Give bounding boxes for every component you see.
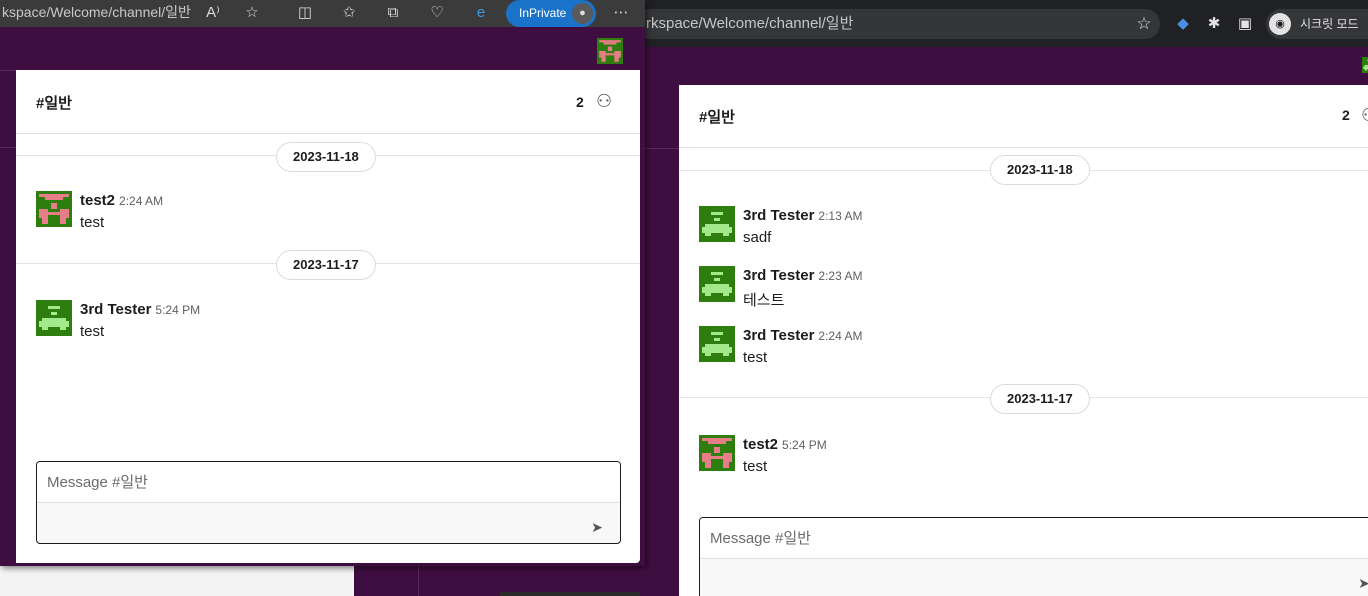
- channel-view: #일반 2 ⚇ 2023-11-18 test2 2:24 AM test 202…: [16, 70, 640, 563]
- incognito-label: 시크릿 모드: [1300, 17, 1359, 31]
- avatar[interactable]: [36, 191, 72, 227]
- message-author[interactable]: 3rd Tester: [743, 207, 814, 224]
- collections-icon[interactable]: ⧉: [381, 2, 405, 24]
- message-author[interactable]: 3rd Tester: [743, 267, 814, 284]
- extension-layers-icon[interactable]: ◆: [1172, 13, 1194, 35]
- channel-view: #일반 2 ⚇ 2023-11-18 3rd Tester 2:13 AM sad…: [679, 85, 1368, 596]
- avatar[interactable]: [699, 206, 735, 242]
- avatar[interactable]: [699, 326, 735, 362]
- date-pill: 2023-11-17: [990, 384, 1090, 414]
- inprivate-label: InPrivate: [519, 6, 567, 20]
- ie-mode-icon[interactable]: e: [469, 2, 493, 24]
- add-user-icon[interactable]: ⚇: [596, 91, 612, 112]
- background-area: [0, 566, 354, 596]
- message-composer[interactable]: Message #일반 ➤: [36, 461, 621, 544]
- message-input[interactable]: Message #일반: [700, 518, 1368, 559]
- message-input[interactable]: Message #일반: [37, 462, 620, 503]
- profile-icon: ●: [572, 3, 593, 24]
- read-aloud-icon[interactable]: A⁾: [201, 2, 225, 24]
- sidebar-divider: [0, 147, 16, 148]
- message-author-row: 3rd Tester 2:24 AM: [743, 327, 862, 344]
- avatar[interactable]: [699, 266, 735, 302]
- edge-toolbar: kspace/Welcome/channel/일반 A⁾ ☆ ◫ ✩ ⧉ ♡ e…: [0, 0, 645, 27]
- puzzle-icon[interactable]: ✱: [1203, 13, 1225, 35]
- right-browser-window: rkspace/Welcome/channel/일반 ☆ ◆ ✱ ▣ ◉ 시크릿…: [640, 0, 1368, 596]
- message-text: test: [80, 323, 105, 340]
- address-bar[interactable]: kspace/Welcome/channel/일반: [0, 0, 200, 27]
- date-pill: 2023-11-17: [276, 250, 376, 280]
- message-time: 2:24 AM: [818, 329, 863, 343]
- message-time: 5:24 PM: [782, 438, 827, 452]
- more-icon[interactable]: ⋯: [609, 2, 633, 24]
- member-count[interactable]: 2: [576, 94, 584, 110]
- message-author-row: 3rd Tester 5:24 PM: [80, 301, 200, 318]
- date-pill: 2023-11-18: [276, 142, 376, 172]
- message-author[interactable]: test2: [80, 192, 115, 209]
- left-browser-window: kspace/Welcome/channel/일반 A⁾ ☆ ◫ ✩ ⧉ ♡ e…: [0, 0, 645, 566]
- incognito-badge[interactable]: ◉ 시크릿 모드: [1266, 9, 1368, 39]
- bookmark-star-icon[interactable]: ☆: [1132, 9, 1156, 39]
- address-bar[interactable]: rkspace/Welcome/channel/일반: [640, 9, 1160, 39]
- browser-essentials-icon[interactable]: ♡: [425, 2, 449, 24]
- channel-header: #일반 2 ⚇: [679, 85, 1368, 148]
- channel-title: #일반: [36, 95, 72, 112]
- message-time: 5:24 PM: [155, 303, 201, 317]
- message-author[interactable]: 3rd Tester: [80, 301, 151, 318]
- message-author-row: 3rd Tester 2:23 AM: [743, 267, 862, 284]
- message-time: 2:13 AM: [818, 209, 863, 223]
- message-author[interactable]: test2: [743, 436, 778, 453]
- message-composer[interactable]: Message #일반 ➤: [699, 517, 1368, 596]
- send-icon[interactable]: ➤: [1356, 575, 1368, 591]
- message-author[interactable]: 3rd Tester: [743, 327, 814, 344]
- message-text: test: [743, 349, 768, 366]
- add-user-icon[interactable]: ⚇: [1361, 105, 1368, 126]
- workspace-topbar: [0, 27, 645, 70]
- message-author-row: test2 5:24 PM: [743, 436, 827, 453]
- favorites-icon[interactable]: ✩: [337, 2, 361, 24]
- message-time: 2:24 AM: [119, 194, 164, 208]
- date-pill: 2023-11-18: [990, 155, 1090, 185]
- chrome-toolbar: rkspace/Welcome/channel/일반 ☆ ◆ ✱ ▣ ◉ 시크릿…: [640, 0, 1368, 47]
- background-scrollbar: [500, 592, 640, 596]
- message-author-row: 3rd Tester 2:13 AM: [743, 207, 862, 224]
- avatar[interactable]: [699, 435, 735, 471]
- inprivate-badge[interactable]: InPrivate ●: [506, 0, 596, 27]
- workspace-topbar: [640, 47, 1368, 85]
- avatar[interactable]: [36, 300, 72, 336]
- message-text: 테스트: [743, 292, 785, 309]
- message-text: test: [743, 458, 768, 475]
- background-divider: [418, 566, 419, 596]
- user-avatar[interactable]: [1362, 52, 1368, 78]
- message-text: sadf: [743, 229, 772, 246]
- sidebar-divider: [0, 70, 16, 71]
- send-icon[interactable]: ➤: [589, 519, 605, 535]
- message-text: test: [80, 214, 105, 231]
- incognito-icon: ◉: [1269, 13, 1291, 35]
- split-screen-icon[interactable]: ◫: [293, 2, 317, 24]
- channel-header: #일반 2 ⚇: [16, 70, 640, 134]
- channel-title: #일반: [699, 109, 735, 126]
- sidebar-divider: [640, 148, 679, 149]
- message-author-row: test2 2:24 AM: [80, 192, 163, 209]
- member-count[interactable]: 2: [1342, 107, 1350, 123]
- side-panel-icon[interactable]: ▣: [1234, 13, 1256, 35]
- star-icon[interactable]: ☆: [240, 2, 264, 24]
- user-avatar[interactable]: [597, 38, 623, 64]
- message-time: 2:23 AM: [818, 269, 863, 283]
